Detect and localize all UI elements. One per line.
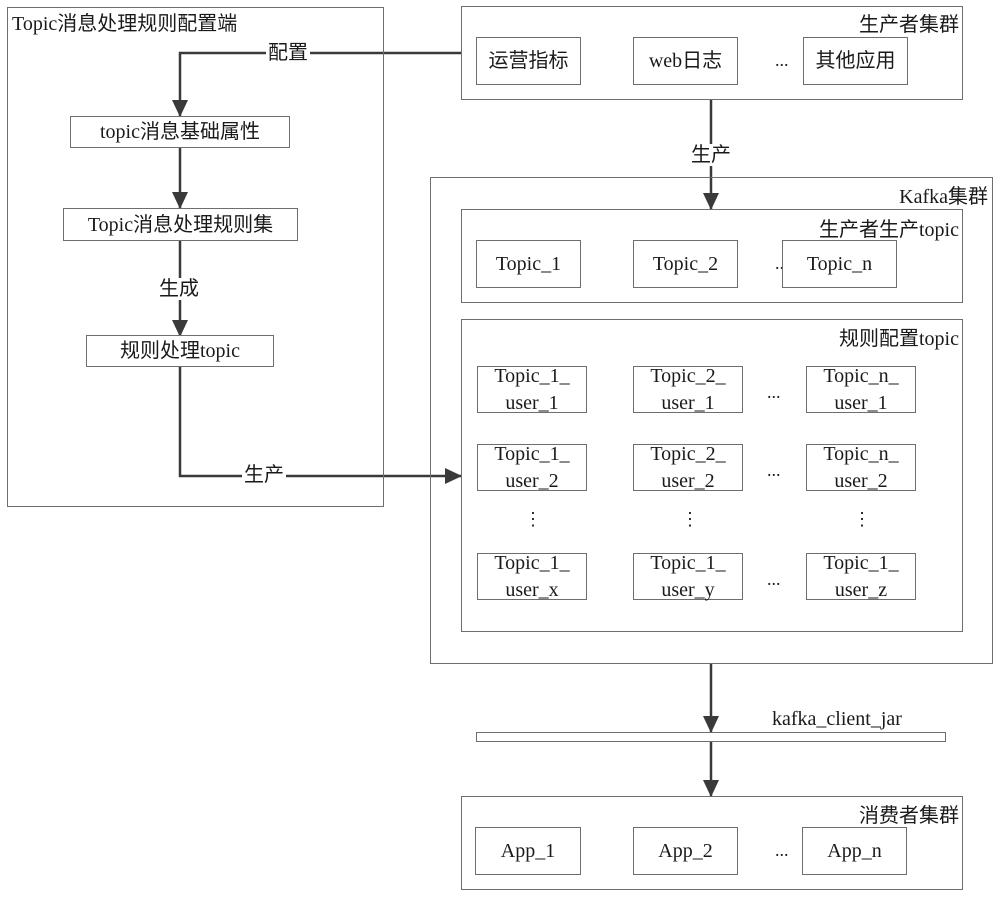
rule-topic[interactable]: Topic_n_ user_2 xyxy=(806,442,916,492)
edge-label-produce: 生产 xyxy=(689,144,733,166)
rule-topic-line2: user_1 xyxy=(505,391,559,414)
rule-topic-line2: user_1 xyxy=(661,391,715,414)
rule-topic-line1: Topic_1_ xyxy=(494,442,570,465)
ellipsis: ... xyxy=(767,569,781,589)
rule-topic[interactable]: Topic_1_ user_z xyxy=(806,551,916,601)
edge-label-config: 配置 xyxy=(266,42,310,64)
rule-topic-line2: user_2 xyxy=(661,469,715,492)
producer-topics-title: 生产者生产topic xyxy=(819,219,959,241)
rule-topic-line1: Topic_1_ xyxy=(823,551,899,574)
rule-topic-line1: Topic_1_ xyxy=(494,551,570,574)
rule-topic-line1: Topic_2_ xyxy=(650,364,726,387)
producer-app[interactable]: web日志 xyxy=(633,37,738,85)
rule-topic-line2: user_x xyxy=(505,578,559,601)
rule-topic[interactable]: Topic_n_ user_1 xyxy=(806,364,916,414)
rule-topic-line2: user_1 xyxy=(834,391,888,414)
producer-app[interactable]: 其他应用 xyxy=(803,37,908,85)
kafka-client-jar-label: kafka_client_jar xyxy=(772,708,902,730)
ellipsis: ... xyxy=(775,50,789,70)
producer-app[interactable]: 运营指标 xyxy=(476,37,581,85)
kafka-cluster-title: Kafka集群 xyxy=(899,186,988,208)
rule-topic-line2: user_z xyxy=(834,578,888,601)
consumer-app[interactable]: App_1 xyxy=(475,827,581,875)
rule-topic-line1: Topic_2_ xyxy=(650,442,726,465)
producer-topic[interactable]: Topic_n xyxy=(782,240,897,288)
ellipsis: ... xyxy=(767,460,781,480)
rule-topic-line2: user_2 xyxy=(834,469,888,492)
rule-topics-title: 规则配置topic xyxy=(839,328,959,350)
ellipsis: ... xyxy=(767,382,781,402)
rule-topic[interactable]: Topic_2_ user_1 xyxy=(633,364,743,414)
kafka-client-jar-bar[interactable] xyxy=(476,732,946,742)
producer-topic[interactable]: Topic_1 xyxy=(476,240,581,288)
vertical-ellipsis: ⋮ xyxy=(681,509,699,529)
vertical-ellipsis: ⋮ xyxy=(853,509,871,529)
rule-topic[interactable]: Topic_1_ user_1 xyxy=(477,364,587,414)
rule-topic-line1: Topic_1_ xyxy=(650,551,726,574)
rule-topic[interactable]: Topic_1_ user_x xyxy=(477,551,587,601)
rule-topic[interactable]: Topic_1_ user_y xyxy=(633,551,743,601)
producer-cluster-title: 生产者集群 xyxy=(859,14,959,36)
rule-topic[interactable]: Topic_1_ user_2 xyxy=(477,442,587,492)
node-rule-topic[interactable]: 规则处理topic xyxy=(86,335,274,367)
node-rule-set[interactable]: Topic消息处理规则集 xyxy=(63,208,298,241)
rule-topic-line1: Topic_n_ xyxy=(823,364,899,387)
edge-label-generate: 生成 xyxy=(157,278,201,300)
vertical-ellipsis: ⋮ xyxy=(524,509,542,529)
config-side-container xyxy=(7,7,384,507)
rule-topic-line1: Topic_1_ xyxy=(494,364,570,387)
rule-topic-line2: user_2 xyxy=(505,469,559,492)
producer-topic[interactable]: Topic_2 xyxy=(633,240,738,288)
consumer-app[interactable]: App_2 xyxy=(633,827,738,875)
config-side-title: Topic消息处理规则配置端 xyxy=(12,13,238,35)
consumer-app[interactable]: App_n xyxy=(802,827,907,875)
ellipsis: ... xyxy=(775,840,789,860)
edge-label-produce-rule: 生产 xyxy=(242,464,286,486)
node-basic-attrs[interactable]: topic消息基础属性 xyxy=(70,116,290,148)
rule-topic[interactable]: Topic_2_ user_2 xyxy=(633,442,743,492)
rule-topic-line2: user_y xyxy=(661,578,715,601)
consumer-cluster-title: 消费者集群 xyxy=(859,805,959,827)
rule-topic-line1: Topic_n_ xyxy=(823,442,899,465)
